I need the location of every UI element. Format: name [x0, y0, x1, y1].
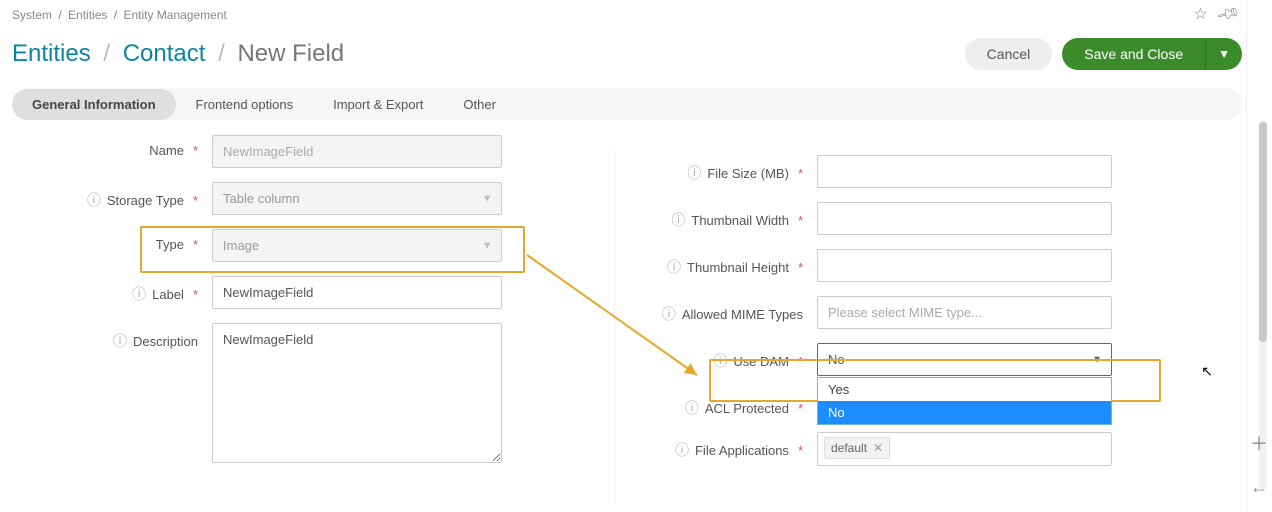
remove-tag-icon[interactable]: ✕ — [873, 441, 883, 455]
info-icon: ⓘ — [713, 351, 727, 371]
thumbw-label: Thumbnail Width — [691, 213, 789, 228]
save-and-close-button[interactable]: Save and Close — [1062, 38, 1205, 70]
storage-type-select: Table column — [212, 182, 502, 215]
info-icon: ⓘ — [671, 210, 685, 230]
tab-bar: General Information Frontend options Imp… — [12, 88, 1242, 120]
breadcrumb: System / Entities / Entity Management — [12, 8, 227, 22]
usedam-label: Use DAM — [733, 354, 789, 369]
type-select: Image — [212, 229, 502, 262]
name-input — [212, 135, 502, 168]
mime-label: Allowed MIME Types — [682, 307, 803, 322]
info-icon: ⓘ — [675, 440, 689, 460]
info-icon: ⓘ — [687, 163, 701, 183]
usedam-option-no[interactable]: No — [818, 401, 1111, 424]
page-title: Entities / Contact / New Field — [12, 40, 344, 68]
info-icon: ⓘ — [662, 304, 676, 324]
info-icon: ⓘ — [667, 257, 681, 277]
tab-import[interactable]: Import & Export — [313, 89, 443, 120]
column-divider — [614, 150, 615, 505]
pin-icon[interactable]: 📌︎ — [1214, 0, 1242, 27]
breadcrumb-entity-management[interactable]: Entity Management — [123, 8, 226, 22]
thumbh-input[interactable] — [817, 249, 1112, 282]
description-label: Description — [133, 334, 198, 349]
label-input[interactable] — [212, 276, 502, 309]
label-label: Label — [152, 287, 184, 302]
tab-general[interactable]: General Information — [12, 89, 176, 120]
mime-select[interactable]: Please select MIME type... — [817, 296, 1112, 329]
scrollbar-thumb[interactable] — [1259, 122, 1267, 342]
breadcrumb-system[interactable]: System — [12, 8, 52, 22]
cancel-button[interactable]: Cancel — [965, 38, 1053, 70]
breadcrumb-entities[interactable]: Entities — [68, 8, 107, 22]
info-icon: ⓘ — [685, 398, 699, 418]
add-button-icon[interactable]: ＋ — [1250, 430, 1268, 456]
thumbw-input[interactable] — [817, 202, 1112, 235]
name-label: Name — [149, 143, 184, 158]
tab-other[interactable]: Other — [443, 89, 516, 120]
info-icon: ⓘ — [132, 284, 146, 304]
storage-type-label: Storage Type — [107, 193, 184, 208]
filesize-input[interactable] — [817, 155, 1112, 188]
thumbh-label: Thumbnail Height — [687, 260, 789, 275]
acl-label: ACL Protected — [705, 401, 789, 416]
favorite-icon[interactable]: ☆ — [1193, 4, 1207, 24]
fileapp-tag-default: default ✕ — [824, 437, 890, 459]
info-icon: ⓘ — [113, 331, 127, 351]
usedam-option-yes[interactable]: Yes — [818, 378, 1111, 401]
filesize-label: File Size (MB) — [707, 166, 789, 181]
save-dropdown-button[interactable]: ▼ — [1205, 38, 1242, 70]
usedam-select[interactable]: No — [817, 343, 1112, 376]
back-arrow-icon[interactable]: ← — [1250, 477, 1268, 498]
description-textarea[interactable] — [212, 323, 502, 463]
fileapp-tagbox[interactable]: default ✕ — [817, 432, 1112, 466]
title-link-entities[interactable]: Entities — [12, 40, 91, 67]
fileapp-label: File Applications — [695, 443, 789, 458]
info-icon: ⓘ — [87, 190, 101, 210]
title-current: New Field — [237, 40, 344, 67]
usedam-dropdown: Yes No — [817, 377, 1112, 425]
title-link-contact[interactable]: Contact — [123, 40, 206, 67]
tab-frontend[interactable]: Frontend options — [176, 89, 314, 120]
type-label: Type — [156, 237, 184, 252]
